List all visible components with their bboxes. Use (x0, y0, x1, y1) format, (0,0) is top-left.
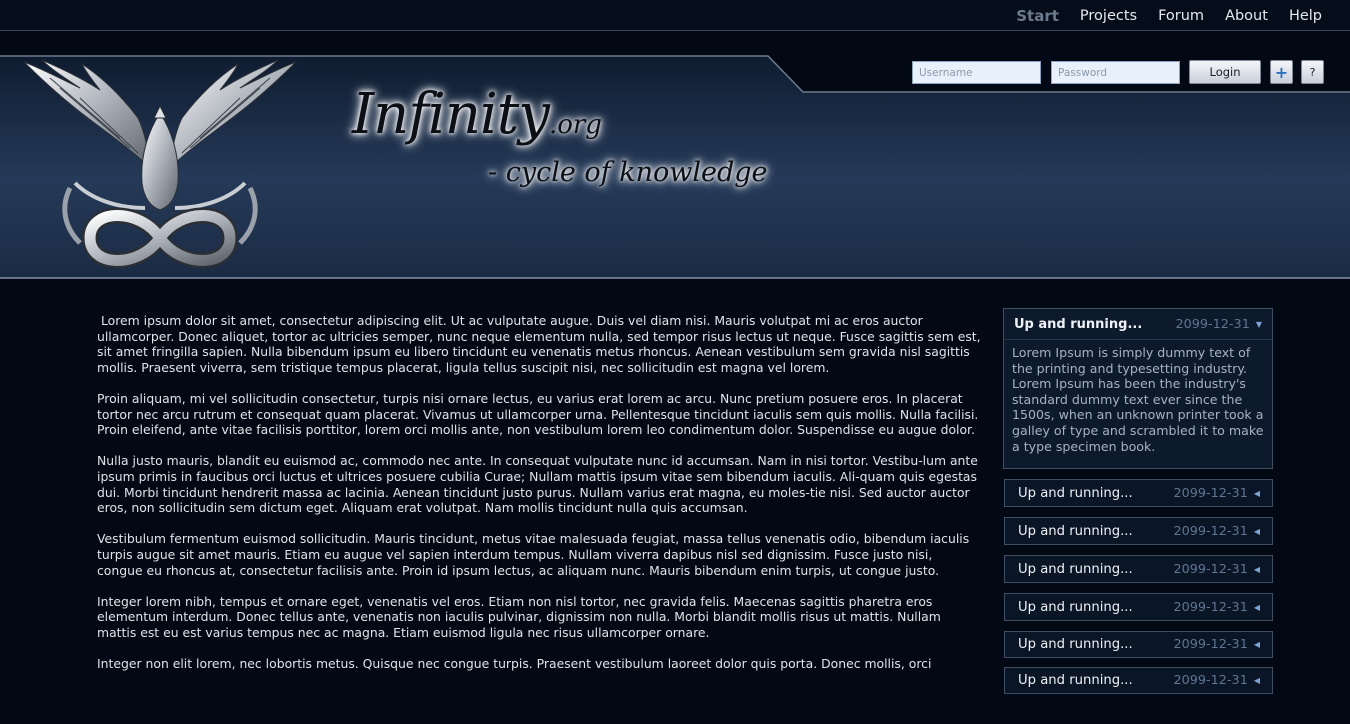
content-paragraph: Lorem ipsum dolor sit amet, consectetur … (97, 313, 985, 375)
news-item-date: 2099-12-31 (1173, 599, 1248, 615)
news-item-collapsed[interactable]: Up and running... 2099-12-31 ◀ (1004, 631, 1273, 658)
content-paragraph: Vestibulum fermentum euismod sollicitudi… (97, 531, 974, 578)
password-input[interactable] (1051, 61, 1180, 84)
nav-start[interactable]: Start (1016, 7, 1059, 25)
news-item-collapsed[interactable]: Up and running... 2099-12-31 ◀ (1004, 593, 1273, 621)
news-sidebar: Up and running... 2099-12-31 ▼ Lorem Ips… (1003, 308, 1273, 704)
content-paragraph: Nulla justo mauris, blandit eu euismod a… (97, 453, 982, 516)
news-item-collapsed[interactable]: Up and running... 2099-12-31 ◀ (1004, 555, 1273, 583)
news-item-title: Up and running... (1018, 637, 1133, 652)
news-item-body: Lorem Ipsum is simply dummy text of the … (1004, 339, 1272, 454)
news-item-title: Up and running... (1018, 673, 1133, 688)
register-plus-button[interactable]: + (1270, 60, 1293, 84)
news-item-date: 2099-12-31 (1173, 673, 1248, 688)
news-item-title: Up and running... (1018, 485, 1133, 501)
username-input[interactable] (912, 61, 1041, 84)
nav-help[interactable]: Help (1289, 7, 1322, 25)
news-item-title: Up and running... (1014, 316, 1143, 332)
content-paragraph: Integer lorem nibh, tempus et ornare ege… (97, 593, 945, 640)
chevron-left-icon[interactable]: ◀ (1254, 640, 1260, 649)
chevron-left-icon[interactable]: ◀ (1254, 489, 1260, 498)
top-navigation-bar: Start Projects Forum About Help (0, 0, 1350, 31)
nav-projects[interactable]: Projects (1080, 7, 1137, 25)
news-item-date: 2099-12-31 (1173, 637, 1248, 652)
main-nav: Start Projects Forum About Help (995, 7, 1322, 25)
main-content: Lorem ipsum dolor sit amet, consectetur … (97, 313, 981, 687)
news-item-date: 2099-12-31 (1173, 485, 1248, 501)
content-paragraph: Proin aliquam, mi vel sollicitudin conse… (97, 390, 983, 438)
news-item-title: Up and running... (1018, 561, 1133, 577)
news-item-date: 2099-12-31 (1175, 316, 1250, 332)
news-item-date: 2099-12-31 (1173, 523, 1248, 539)
chevron-left-icon[interactable]: ◀ (1254, 527, 1260, 536)
nav-about[interactable]: About (1225, 7, 1268, 25)
news-item-collapsed[interactable]: Up and running... 2099-12-31 ◀ (1004, 517, 1273, 545)
news-item-collapsed[interactable]: Up and running... 2099-12-31 ◀ (1004, 479, 1273, 507)
site-title-name: Infinity (352, 82, 550, 147)
phoenix-infinity-logo (23, 59, 297, 269)
news-item-collapsed[interactable]: Up and running... 2099-12-31 ◀ (1004, 667, 1273, 694)
chevron-left-icon[interactable]: ◀ (1254, 565, 1260, 574)
chevron-left-icon[interactable]: ◀ (1254, 676, 1260, 685)
nav-forum[interactable]: Forum (1158, 7, 1204, 25)
site-header: Infinity.org - cycle of knowledge Login … (0, 32, 1350, 280)
news-item-expanded: Up and running... 2099-12-31 ▼ Lorem Ips… (1003, 308, 1273, 469)
news-item-date: 2099-12-31 (1173, 561, 1248, 577)
chevron-left-icon[interactable]: ◀ (1254, 603, 1260, 612)
site-tagline: - cycle of knowledge (488, 157, 768, 188)
login-button[interactable]: Login (1189, 60, 1261, 84)
site-title: Infinity.org (352, 84, 602, 156)
news-item-title: Up and running... (1018, 523, 1133, 539)
content-paragraph: Integer non elit lorem, nec lobortis met… (97, 656, 932, 672)
site-title-suffix: .org (548, 110, 602, 140)
chevron-down-icon[interactable]: ▼ (1256, 320, 1262, 329)
help-button[interactable]: ? (1301, 60, 1324, 84)
news-item-header[interactable]: Up and running... 2099-12-31 ▼ (1004, 309, 1272, 339)
news-item-title: Up and running... (1018, 599, 1133, 615)
